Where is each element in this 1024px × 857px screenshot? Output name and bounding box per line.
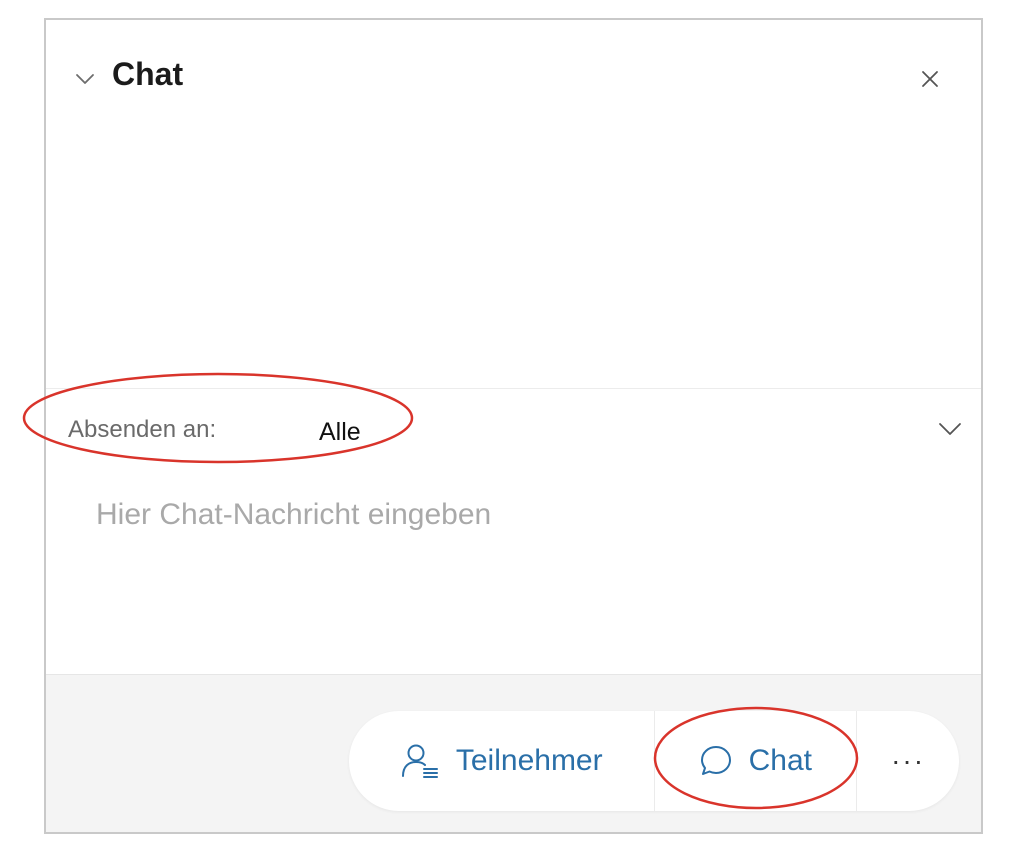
- close-icon: [922, 71, 938, 87]
- meeting-footer: Teilnehmer Chat ···: [46, 674, 981, 832]
- dropdown-chevron-icon[interactable]: [937, 418, 963, 440]
- more-icon: ···: [891, 745, 926, 776]
- more-options-button[interactable]: ···: [857, 711, 959, 811]
- participants-label: Teilnehmer: [455, 744, 603, 777]
- participants-icon: [400, 743, 440, 779]
- close-button[interactable]: [917, 66, 943, 92]
- meeting-toolbar: Teilnehmer Chat ···: [349, 711, 959, 811]
- divider: [46, 388, 981, 389]
- send-to-value: Alle: [319, 418, 361, 446]
- send-to-label: Absenden an:: [68, 416, 217, 443]
- chat-bubble-icon: [699, 744, 733, 778]
- send-to-selector[interactable]: Absenden an: Alle: [46, 396, 981, 466]
- chat-button-label: Chat: [748, 744, 813, 777]
- collapse-button[interactable]: [74, 68, 96, 90]
- chat-button[interactable]: Chat: [655, 711, 858, 811]
- chat-message-input[interactable]: [82, 480, 942, 620]
- chat-panel: Chat Absenden an: Alle Hier Chat-Nachric…: [44, 18, 983, 834]
- chat-header: Chat: [46, 20, 981, 130]
- screenshot-stage: Chat Absenden an: Alle Hier Chat-Nachric…: [0, 0, 1024, 857]
- panel-title: Chat: [112, 56, 184, 92]
- participants-button[interactable]: Teilnehmer: [349, 711, 655, 811]
- chevron-down-icon: [76, 74, 94, 84]
- message-list: [46, 130, 981, 388]
